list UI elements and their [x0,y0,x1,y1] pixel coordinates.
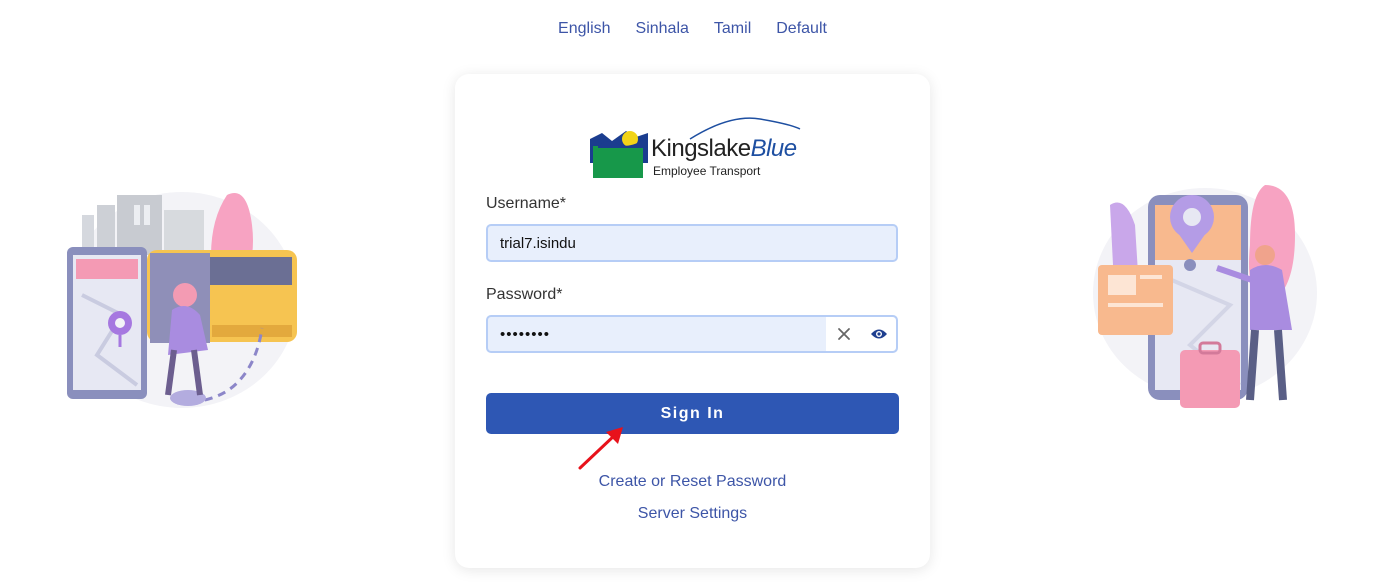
password-actions [826,317,896,351]
logo-wordmark: KingslakeBlue [651,135,797,162]
language-english-link[interactable]: English [558,20,610,38]
logo-emblem-icon [590,131,648,178]
sign-in-button[interactable]: Sign In [486,393,899,434]
close-icon[interactable] [833,323,855,345]
username-label: Username* [486,195,567,212]
language-tamil-link[interactable]: Tamil [714,20,751,38]
map-navigation-illustration [1093,185,1317,408]
password-field-wrapper [486,315,898,353]
create-reset-password-link[interactable]: Create or Reset Password [455,473,930,491]
bus-passenger-illustration [67,192,297,408]
language-sinhala-link[interactable]: Sinhala [636,20,689,38]
username-field-wrapper [486,224,898,262]
language-selector: English Sinhala Tamil Default [0,20,1379,38]
password-input[interactable] [488,316,826,352]
language-default-link[interactable]: Default [776,20,827,38]
server-settings-link[interactable]: Server Settings [455,505,930,523]
company-logo: KingslakeBlue Employee Transport [588,117,803,181]
eye-icon[interactable] [868,323,890,345]
red-arrow-icon [578,427,623,470]
password-label: Password* [486,286,563,303]
username-input[interactable] [488,225,896,261]
logo-tagline: Employee Transport [653,164,761,178]
login-card: KingslakeBlue Employee Transport Usernam… [455,74,930,568]
